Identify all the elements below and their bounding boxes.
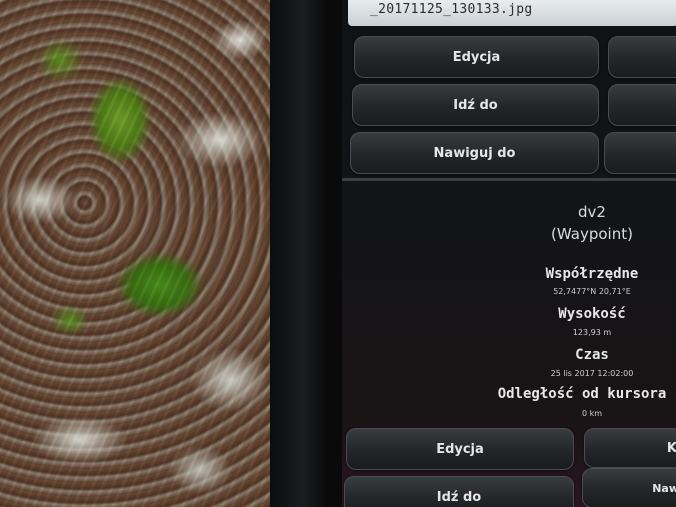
edit-button[interactable]: Edycja [354,36,599,78]
altitude-value: 123,93 m [572,328,612,337]
file-title-bar: _20171125_130133.jpg [348,0,676,26]
right-button-row2[interactable] [608,84,676,126]
right-button-bottom-row1[interactable]: K [584,428,676,468]
coordinates-label: Współrzędne [545,266,639,282]
right-button-row1[interactable] [608,36,676,78]
waypoint-type: (Waypoint) [551,225,633,243]
altitude-label: Wysokość [558,306,626,322]
section-divider [342,178,676,181]
goto-button[interactable]: Idź do [352,84,599,126]
time-label: Czas [575,347,609,363]
photo-scene: _20171125_130133.jpg Edycja Idź do Nawig… [0,0,676,507]
navigate-button[interactable]: Nawiguj do [350,132,599,174]
file-name: _20171125_130133.jpg [370,2,533,17]
time-value: 25 lis 2017 12:02:00 [550,369,634,378]
device-screen: _20171125_130133.jpg Edycja Idź do Nawig… [342,0,676,507]
edit-button-bottom[interactable]: Edycja [346,428,574,470]
distance-value: 0 km [581,409,603,418]
coordinates-value: 52,7477°N 20,71°E [553,287,631,296]
right-button-bottom-row2[interactable]: Naw [582,468,676,507]
bark-texture-overlay [0,0,282,507]
waypoint-name: dv2 [578,203,606,221]
distance-label: Odległość od kursora [497,386,667,402]
goto-button-bottom[interactable]: Idź do [344,476,574,507]
right-button-row3[interactable] [604,132,676,174]
